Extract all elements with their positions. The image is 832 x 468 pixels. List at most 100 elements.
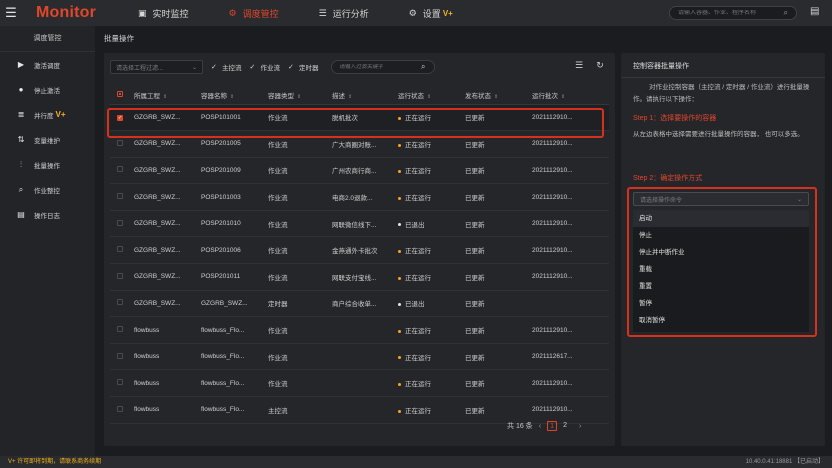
sort-icon[interactable]: ⇕ bbox=[297, 94, 301, 100]
sort-icon[interactable]: ⇕ bbox=[427, 94, 431, 100]
nav-run-analysis[interactable]: ☰ 运行分析 bbox=[319, 7, 369, 20]
menu-item-resume[interactable]: 取消暂停 bbox=[633, 312, 809, 329]
table-row[interactable]: flowbuss flowbuss_Flo... 主控流 正在运行 已更新 2021112… bbox=[110, 396, 609, 424]
column-settings-icon[interactable]: ☰ bbox=[574, 60, 584, 70]
column-header[interactable]: 发布状态 ⇕ bbox=[461, 86, 528, 105]
step1-title: Step 1：选择要操作的容器 bbox=[633, 115, 717, 122]
table-row[interactable]: flowbuss flowbuss_Flo... 作业流 正在运行 已更新 2021112… bbox=[110, 369, 609, 398]
sort-icon[interactable]: ⇕ bbox=[230, 94, 234, 100]
message-icon[interactable]: ▤ bbox=[810, 6, 824, 18]
menu-item-pause[interactable]: 暂停 bbox=[633, 295, 809, 312]
nav-label: 实时监控 bbox=[152, 8, 189, 19]
sidebar-item-parallelism[interactable]: ≣ 并行度 V+ bbox=[0, 102, 95, 127]
column-header[interactable]: 运行状态 ⇕ bbox=[394, 86, 461, 105]
select-all-cell[interactable] bbox=[110, 86, 130, 105]
column-header[interactable]: 容器类型 ⇕ bbox=[264, 86, 328, 105]
sort-icon[interactable]: ⇕ bbox=[163, 94, 167, 100]
row-checkbox[interactable] bbox=[117, 246, 123, 253]
checkmark-icon[interactable]: ✓ bbox=[288, 64, 295, 71]
next-page-icon[interactable]: › bbox=[579, 423, 581, 430]
global-search[interactable]: ⌕ bbox=[669, 6, 797, 20]
cell-select bbox=[110, 236, 130, 265]
sidebar-item-variable-maintenance[interactable]: ⇅ 变量维护 bbox=[0, 127, 95, 152]
sidebar-item-job-control[interactable]: ⌕ 作业整控 bbox=[0, 177, 95, 202]
nav-realtime-monitor[interactable]: ▣ 实时监控 bbox=[138, 7, 189, 20]
row-checkbox[interactable] bbox=[117, 405, 123, 412]
cell-project: GZGRB_SWZ... bbox=[130, 183, 197, 211]
select-all-checkbox[interactable] bbox=[117, 90, 123, 97]
sidebar-item-activate-dispatch[interactable]: ▶ 激活调度 bbox=[0, 52, 95, 77]
table-row[interactable]: GZGRB_SWZ... GZGRB_SWZ... 定时器 商户综合收单... 已退出已… bbox=[110, 290, 609, 318]
prev-page-icon[interactable]: ‹ bbox=[539, 423, 541, 430]
sidebar-item-stop-activate[interactable]: ● 停止激活 bbox=[0, 77, 95, 102]
nav-dispatch-control[interactable]: ⚙ 调度管控 bbox=[229, 7, 279, 20]
filter-timer[interactable]: ✓ 定时器 bbox=[288, 62, 319, 73]
column-header[interactable]: 所属工程 ⇕ bbox=[130, 86, 197, 105]
refresh-icon[interactable]: ↻ bbox=[595, 60, 605, 70]
column-header[interactable]: 容器名称 ⇕ bbox=[197, 86, 264, 105]
cell-container-name: POSP201005 bbox=[197, 130, 264, 158]
table-row[interactable]: GZGRB_SWZ... POSP201005 作业流 广大商圈对账... 正在运行 已更… bbox=[110, 130, 609, 158]
status-text: 正在运行 bbox=[405, 115, 431, 123]
row-checkbox[interactable] bbox=[117, 193, 123, 200]
sidebar-item-operation-log[interactable]: ▤ 操作日志 bbox=[0, 202, 95, 227]
checkmark-icon[interactable]: ✓ bbox=[211, 64, 218, 71]
page-button[interactable]: 2 bbox=[560, 421, 570, 431]
page-button[interactable]: 1 bbox=[547, 421, 558, 431]
row-checkbox[interactable] bbox=[117, 219, 123, 226]
search-icon[interactable]: ⌕ bbox=[421, 62, 425, 72]
menu-icon[interactable]: ☰ bbox=[0, 0, 22, 26]
table-row[interactable]: GZGRB_SWZ... POSP201010 作业流 网联微信线下... 已退出 已更新… bbox=[110, 210, 609, 238]
cell-run-batch: 2021112910... bbox=[528, 263, 609, 291]
row-checkbox[interactable] bbox=[117, 352, 123, 359]
global-search-input[interactable] bbox=[678, 10, 784, 16]
nav-settings[interactable]: ⚙ 设置 V+ bbox=[409, 7, 453, 20]
row-checkbox[interactable] bbox=[117, 326, 123, 333]
status-text: 已退出 bbox=[405, 221, 425, 229]
menu-item-start[interactable]: 启动 bbox=[633, 210, 809, 227]
divider bbox=[621, 77, 825, 78]
menu-item-stop-interrupt[interactable]: 停止并中断作业 bbox=[633, 244, 809, 261]
table-row[interactable]: GZGRB_SWZ... POSP201011 作业流 网联支付宝线... 正在运行 已更… bbox=[110, 263, 609, 291]
column-header[interactable]: 描述 ⇕ bbox=[328, 86, 394, 105]
table-row[interactable]: GZGRB_SWZ... POSP201006 作业流 金燕通外卡批次 正在运行 已更新 2… bbox=[110, 236, 609, 265]
row-checkbox[interactable] bbox=[117, 379, 123, 386]
command-select[interactable]: 请选择操作命令 ⌄ bbox=[633, 192, 809, 206]
filter-search[interactable]: ⌕ bbox=[330, 60, 435, 74]
menu-item-reset[interactable]: 重置 bbox=[633, 278, 809, 295]
checkmark-icon[interactable]: ✓ bbox=[250, 64, 257, 71]
cell-run-status: 正在运行 bbox=[394, 396, 461, 424]
table-row[interactable]: GZGRB_SWZ... POSP201009 作业流 广州农商行商... 正在运行 已更… bbox=[110, 157, 609, 185]
menu-item-stop[interactable]: 停止 bbox=[633, 227, 809, 244]
sidebar-item-batch-operation[interactable]: ⫶ 批量操作 bbox=[0, 152, 95, 177]
row-checkbox[interactable] bbox=[117, 272, 123, 279]
filter-job-flow[interactable]: ✓ 作业流 bbox=[250, 62, 281, 73]
filter-search-input[interactable] bbox=[339, 64, 420, 70]
search-icon[interactable]: ⌕ bbox=[784, 8, 788, 18]
table-row[interactable]: GZGRB_SWZ... POSP101003 作业流 电商2.0退款... 正在运行 已… bbox=[110, 183, 609, 211]
table-row[interactable]: flowbuss flowbuss_Flo... 作业流 正在运行 已更新 2021112… bbox=[110, 316, 609, 344]
status-dot-icon bbox=[398, 223, 401, 227]
row-checkbox[interactable] bbox=[117, 139, 123, 146]
row-checkbox[interactable] bbox=[117, 166, 123, 173]
status-text: 正在运行 bbox=[405, 248, 431, 256]
sort-icon[interactable]: ⇕ bbox=[561, 94, 565, 100]
project-filter-select[interactable]: 请选择工程过滤... ⌄ bbox=[110, 60, 203, 74]
cell-container-name: POSP101003 bbox=[197, 183, 264, 211]
sort-icon[interactable]: ⇕ bbox=[494, 94, 498, 100]
cell-description: 网联微信线下... bbox=[328, 210, 394, 238]
log-icon: ▤ bbox=[17, 210, 25, 219]
menu-item-reload[interactable]: 重载 bbox=[633, 261, 809, 278]
column-header[interactable]: 运行批次 ⇕ bbox=[528, 86, 609, 105]
filter-main-control[interactable]: ✓ 主控流 bbox=[211, 62, 242, 73]
filter-label: 定时器 bbox=[299, 65, 319, 72]
table-row[interactable]: ✓ GZGRB_SWZ... POSP101001 作业流 脱机批次 正在运行 已更新 202… bbox=[110, 104, 609, 132]
sidebar-title: 调度管控 bbox=[0, 26, 95, 52]
cell-run-batch: 2021112910... bbox=[528, 104, 609, 132]
sort-icon[interactable]: ⇕ bbox=[348, 94, 352, 100]
table-row[interactable]: flowbuss flowbuss_Flo... 作业流 正在运行 已更新 2021112… bbox=[110, 343, 609, 371]
row-checkbox[interactable]: ✓ bbox=[117, 114, 123, 121]
monitor-icon: ▣ bbox=[138, 7, 147, 18]
cell-container-name: GZGRB_SWZ... bbox=[197, 290, 264, 318]
row-checkbox[interactable] bbox=[117, 299, 123, 306]
